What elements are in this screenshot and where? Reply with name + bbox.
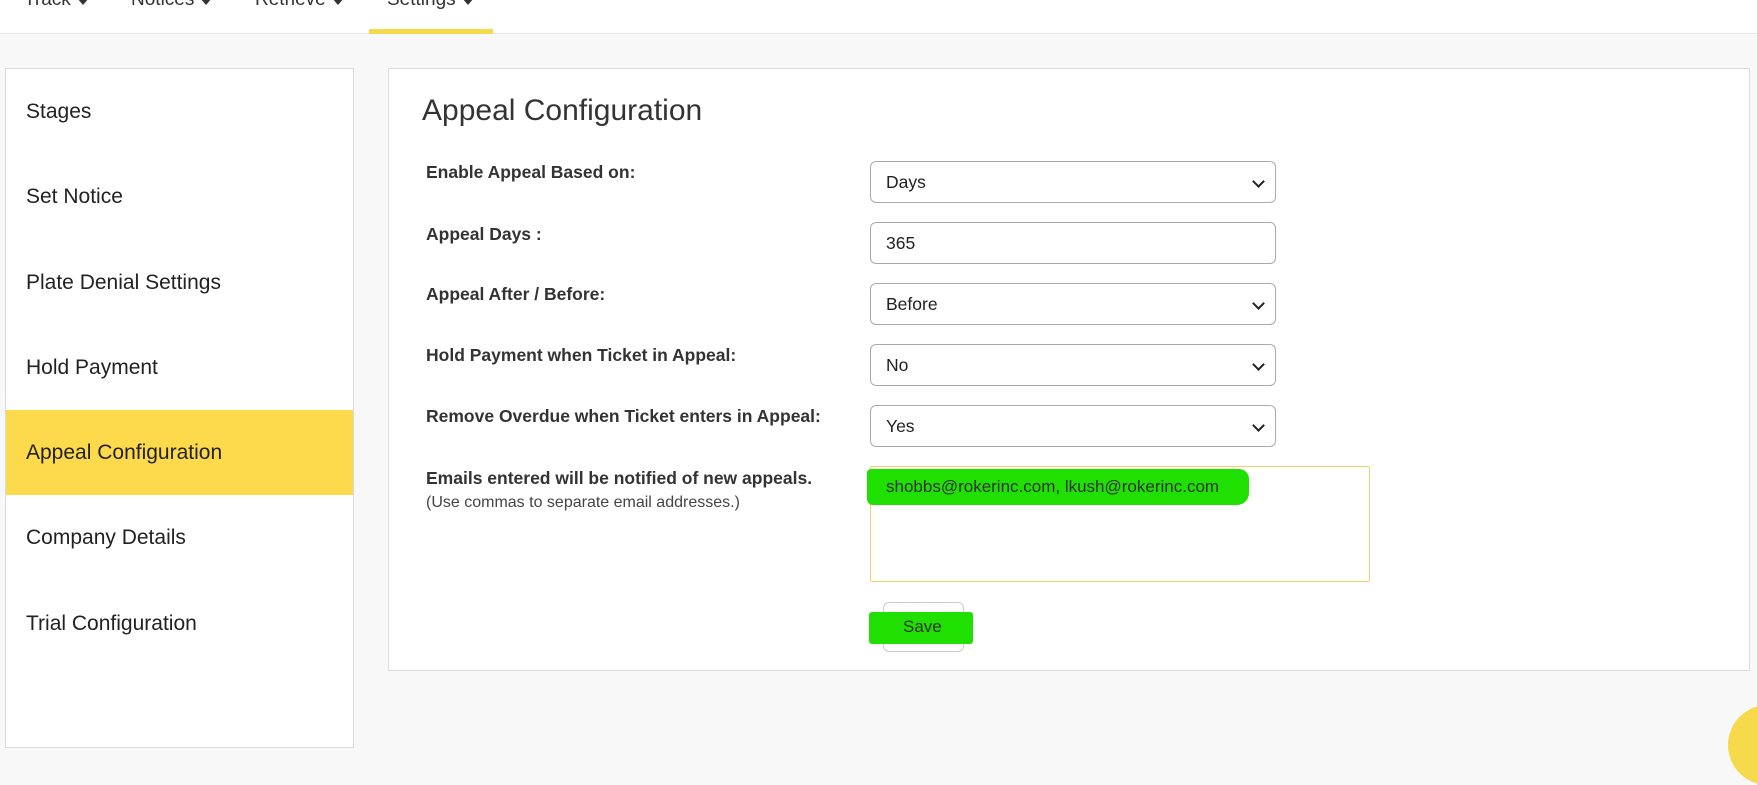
appeal-after-before-value: Before [886,293,938,314]
sidebar-item-hold-payment[interactable]: Hold Payment [6,325,353,410]
hold-payment-value: No [886,354,909,375]
top-nav: Track Notices Retrieve Settings [0,0,1757,34]
sidebar-item-label: Company Details [26,525,186,549]
chevron-down-icon [1252,419,1265,432]
help-widget-icon[interactable] [1728,705,1757,785]
sidebar-item-appeal-configuration[interactable]: Appeal Configuration [6,410,353,495]
hold-payment-label: Hold Payment when Ticket in Appeal: [426,345,737,365]
sidebar-item-label: Hold Payment [26,355,158,379]
emails-value: shobbs@rokerinc.com, lkush@rokerinc.com [886,477,1220,496]
emails-label: Emails entered will be notified of new a… [426,468,813,488]
settings-sidebar: Stages Set Notice Plate Denial Settings … [5,68,354,748]
sidebar-item-label: Appeal Configuration [26,440,223,464]
chevron-down-icon [1252,358,1265,371]
nav-settings-label: Settings [387,0,456,12]
nav-track-label: Track [24,0,71,12]
page-title: Appeal Configuration [422,94,703,127]
nav-track[interactable]: Track [24,0,89,34]
emails-hint: (Use commas to separate email addresses.… [426,494,740,511]
nav-retrieve-label: Retrieve [255,0,326,12]
save-button-label: Save [903,617,942,636]
sidebar-item-company-details[interactable]: Company Details [6,495,353,580]
sidebar-item-trial-configuration[interactable]: Trial Configuration [6,581,353,666]
remove-overdue-value: Yes [886,415,915,436]
caret-down-icon [76,0,89,5]
appeal-configuration-panel: Appeal Configuration Enable Appeal Based… [388,68,1750,671]
appeal-after-before-select[interactable]: Before [870,283,1276,325]
appeal-days-label: Appeal Days : [426,224,542,244]
remove-overdue-label: Remove Overdue when Ticket enters in App… [426,406,821,426]
sidebar-item-plate-denial-settings[interactable]: Plate Denial Settings [6,240,353,325]
nav-retrieve[interactable]: Retrieve [255,0,344,34]
nav-notices[interactable]: Notices [131,0,213,34]
hold-payment-select[interactable]: No [870,344,1276,386]
remove-overdue-select[interactable]: Yes [870,405,1276,447]
enable-appeal-select[interactable]: Days [870,161,1276,203]
enable-appeal-label: Enable Appeal Based on: [426,162,636,182]
sidebar-item-set-notice[interactable]: Set Notice [6,154,353,239]
sidebar-item-label: Set Notice [26,184,123,208]
sidebar-item-label: Stages [26,99,92,123]
appeal-after-before-label: Appeal After / Before: [426,284,606,304]
nav-settings[interactable]: Settings [369,0,493,34]
nav-notices-label: Notices [131,0,194,12]
notification-emails-textarea[interactable]: shobbs@rokerinc.com, lkush@rokerinc.com [867,466,1370,582]
caret-down-icon [200,0,213,5]
enable-appeal-value: Days [886,171,926,192]
caret-down-icon [331,0,344,5]
sidebar-item-stages[interactable]: Stages [6,69,353,154]
chevron-down-icon [1252,175,1265,188]
sidebar-item-label: Trial Configuration [26,611,197,635]
appeal-days-input[interactable]: 365 [870,222,1276,264]
chevron-down-icon [1252,297,1265,310]
caret-down-icon [461,0,474,5]
sidebar-item-label: Plate Denial Settings [26,270,221,294]
appeal-days-value: 365 [886,232,916,253]
